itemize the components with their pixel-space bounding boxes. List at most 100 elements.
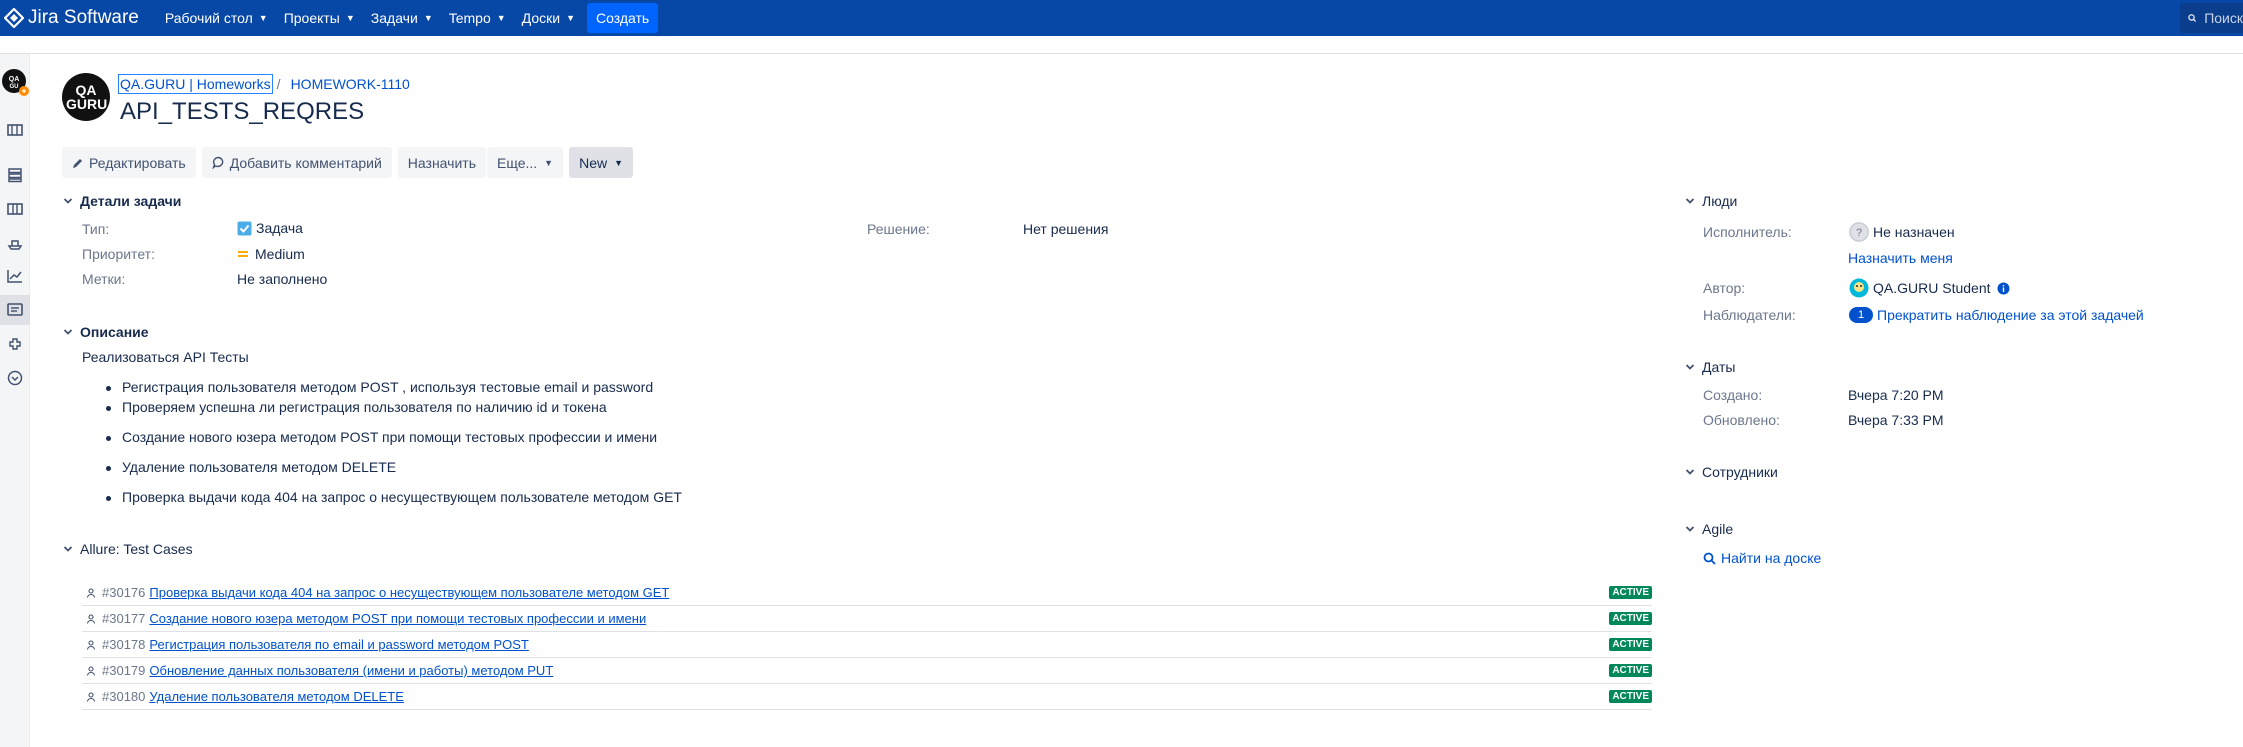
- chevron-down-icon: ▼: [423, 13, 433, 23]
- nav-issues-label: Задачи: [370, 10, 418, 26]
- unassigned-avatar-icon: ?: [1849, 222, 1869, 242]
- user-icon: [86, 691, 98, 702]
- agile-section-toggle[interactable]: Agile: [1685, 521, 1733, 537]
- updated-value: Вчера 7:33 PM: [1848, 412, 1944, 428]
- search-input[interactable]: Поиск: [2180, 3, 2243, 33]
- chevron-down-icon: ▼: [345, 13, 355, 23]
- releases-icon[interactable]: [5, 233, 25, 253]
- watchers-value: 1 Прекратить наблюдение за этой задачей: [1849, 307, 2144, 323]
- chevron-down-icon: [1685, 196, 1697, 206]
- allure-section-toggle[interactable]: Allure: Test Cases: [63, 541, 193, 557]
- created-value: Вчера 7:20 PM: [1848, 387, 1944, 403]
- table-row: #30178 Регистрация пользователя по email…: [82, 632, 1652, 658]
- details-section-toggle[interactable]: Детали задачи: [63, 193, 181, 209]
- test-case-link[interactable]: Удаление пользователя методом DELETE: [149, 689, 404, 704]
- chevron-down-icon: [1685, 362, 1697, 372]
- created-label: Создано:: [1703, 387, 1763, 403]
- watchers-count[interactable]: 1: [1849, 307, 1873, 323]
- assignee-label: Исполнитель:: [1703, 224, 1792, 240]
- assign-to-me-link[interactable]: Назначить меня: [1848, 250, 1953, 266]
- test-case-link[interactable]: Проверка выдачи кода 404 на запрос о нес…: [149, 585, 669, 600]
- table-row: #30176 Проверка выдачи кода 404 на запро…: [82, 580, 1652, 606]
- search-icon: [2188, 14, 2197, 22]
- resolution-label: Решение:: [867, 221, 930, 237]
- add-comment-button[interactable]: Добавить комментарий: [201, 147, 392, 178]
- more-label: Еще...: [497, 154, 538, 171]
- issues-icon[interactable]: [0, 295, 30, 325]
- chevron-down-icon: ▼: [614, 157, 624, 168]
- task-type-icon: [237, 221, 252, 236]
- chevron-down-icon: [1685, 524, 1697, 534]
- staff-heading: Сотрудники: [1702, 464, 1778, 480]
- description-section-toggle[interactable]: Описание: [63, 324, 149, 340]
- description-bullet: Проверяем успешна ли регистрация пользов…: [106, 399, 607, 415]
- resolution-value: Нет решения: [1023, 221, 1109, 237]
- more-button[interactable]: Еще... ▼: [487, 147, 564, 178]
- backlog-icon[interactable]: [5, 120, 25, 140]
- assignee-value: ? Не назначен: [1849, 222, 1955, 242]
- dates-heading: Даты: [1702, 359, 1736, 375]
- jira-logo[interactable]: Jira Software: [0, 0, 139, 36]
- status-badge: ACTIVE: [1609, 612, 1652, 625]
- project-avatar[interactable]: QA GURU: [62, 73, 110, 121]
- nav-boards[interactable]: Доски ▼: [514, 0, 583, 36]
- create-button[interactable]: Создать: [586, 3, 659, 33]
- nav-dashboard[interactable]: Рабочий стол ▼: [157, 0, 276, 36]
- status-badge: ACTIVE: [1609, 664, 1652, 677]
- jira-icon: [4, 8, 24, 28]
- chevron-down-icon: [1685, 467, 1697, 477]
- status-badge: ACTIVE: [1609, 690, 1652, 703]
- test-case-link[interactable]: Создание нового юзера методом POST при п…: [149, 611, 646, 626]
- test-case-link[interactable]: Регистрация пользователя по email и pass…: [149, 637, 528, 652]
- nav-tempo-label: Tempo: [448, 10, 491, 26]
- nav-projects[interactable]: Проекты ▼: [276, 0, 363, 36]
- stop-watching-link[interactable]: Прекратить наблюдение за этой задачей: [1877, 307, 2144, 323]
- nav-projects-label: Проекты: [283, 10, 340, 26]
- issue-title[interactable]: API_TESTS_REQRES: [120, 98, 364, 126]
- info-icon[interactable]: [1997, 282, 2010, 295]
- agile-heading: Agile: [1702, 521, 1734, 537]
- staff-section-toggle[interactable]: Сотрудники: [1685, 464, 1778, 480]
- svg-text:GU: GU: [10, 84, 19, 90]
- reporter-avatar-icon[interactable]: [1849, 278, 1869, 298]
- reporter-name[interactable]: QA.GURU Student: [1873, 280, 1991, 296]
- find-on-board-link[interactable]: Найти на доске: [1703, 550, 1821, 566]
- list-icon[interactable]: [5, 165, 25, 185]
- reports-icon[interactable]: [5, 266, 25, 286]
- project-avatar-small[interactable]: QA GU: [1, 68, 29, 96]
- people-section-toggle[interactable]: Люди: [1685, 193, 1737, 209]
- edit-button[interactable]: Редактировать: [62, 147, 196, 178]
- type-value: Задача: [237, 220, 303, 236]
- description-bullet: Создание нового юзера методом POST при п…: [105, 429, 658, 445]
- table-row: #30177 Создание нового юзера методом POS…: [82, 606, 1652, 632]
- updated-label: Обновлено:: [1703, 412, 1780, 428]
- nav-issues[interactable]: Задачи ▼: [363, 0, 441, 36]
- chevron-down-icon: [63, 327, 75, 337]
- status-button[interactable]: New ▼: [569, 147, 634, 178]
- chevron-down-icon: ▼: [258, 13, 268, 23]
- nav-dashboard-label: Рабочий стол: [164, 10, 253, 26]
- product-name: Jira Software: [28, 7, 139, 28]
- edit-label: Редактировать: [89, 154, 186, 171]
- components-icon[interactable]: [5, 335, 25, 355]
- expand-sidebar-icon[interactable]: [5, 368, 25, 388]
- sub-header-bar: [0, 36, 2243, 54]
- labels-value[interactable]: Не заполнено: [237, 271, 327, 287]
- chevron-down-icon: ▼: [544, 157, 554, 168]
- project-sidebar: QA GU: [0, 54, 30, 747]
- nav-tempo[interactable]: Tempo ▼: [441, 0, 514, 36]
- type-label: Тип:: [82, 221, 110, 237]
- test-case-link[interactable]: Обновление данных пользователя (имени и …: [149, 663, 553, 678]
- board-icon[interactable]: [5, 199, 25, 219]
- priority-value: Medium: [237, 246, 305, 262]
- reporter-label: Автор:: [1703, 280, 1746, 296]
- dates-section-toggle[interactable]: Даты: [1685, 359, 1735, 375]
- user-icon: [86, 639, 98, 650]
- breadcrumb-project-link[interactable]: QA.GURU | Homeworks: [118, 74, 273, 94]
- description-intro: Реализоваться API Тесты: [82, 349, 249, 365]
- breadcrumb-issue-link[interactable]: HOMEWORK-1110: [291, 76, 410, 92]
- assign-button[interactable]: Назначить: [397, 147, 486, 178]
- test-case-id: #30177: [102, 611, 146, 626]
- pencil-icon: [72, 157, 84, 169]
- test-case-id: #30179: [102, 663, 146, 678]
